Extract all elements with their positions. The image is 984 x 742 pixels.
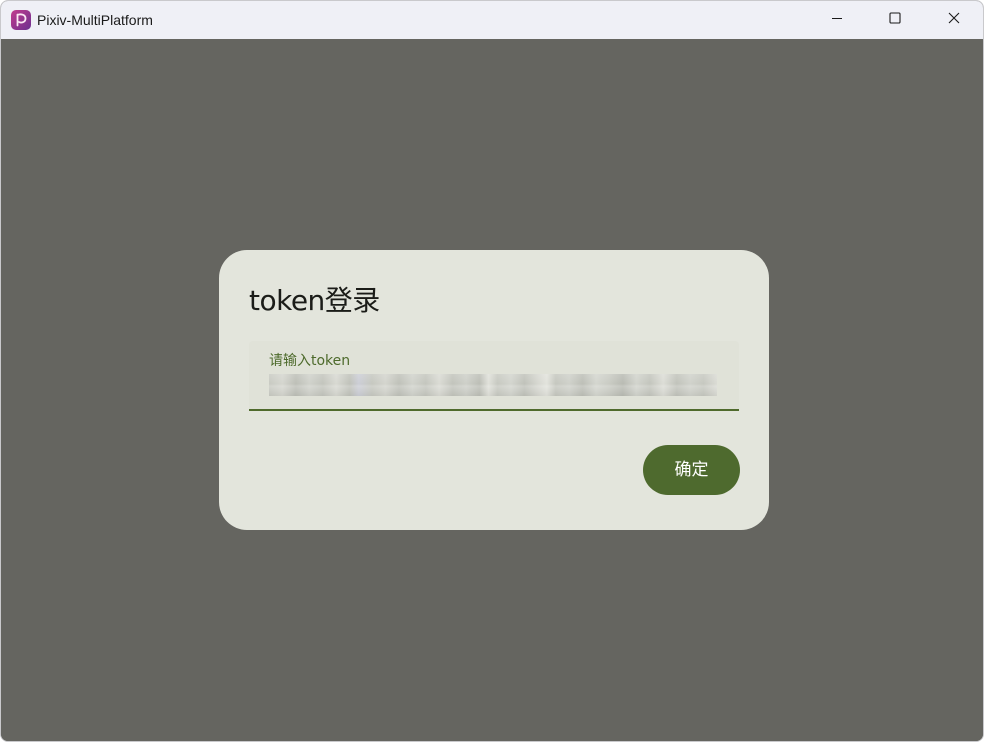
close-icon <box>948 11 960 29</box>
confirm-button[interactable]: 确定 <box>643 445 740 495</box>
app-window: Pixiv-MultiPlatform token登录 请输入token •••… <box>0 0 984 742</box>
maximize-button[interactable] <box>866 1 924 39</box>
pixiv-logo-icon <box>11 10 31 30</box>
dialog-title: token登录 <box>249 284 380 317</box>
minimize-icon <box>831 11 843 29</box>
maximize-icon <box>889 11 901 29</box>
minimize-button[interactable] <box>808 1 866 39</box>
token-input[interactable]: ••••••••••••••••••••••••••••••••••••••••… <box>269 374 717 396</box>
title-bar[interactable]: Pixiv-MultiPlatform <box>1 1 983 39</box>
token-login-dialog: token登录 请输入token •••••••••••••••••••••••… <box>219 250 769 530</box>
token-input-field[interactable]: 请输入token •••••••••••••••••••••••••••••••… <box>249 341 739 411</box>
token-field-label: 请输入token <box>269 353 351 369</box>
window-title: Pixiv-MultiPlatform <box>37 12 153 28</box>
close-button[interactable] <box>925 1 983 39</box>
